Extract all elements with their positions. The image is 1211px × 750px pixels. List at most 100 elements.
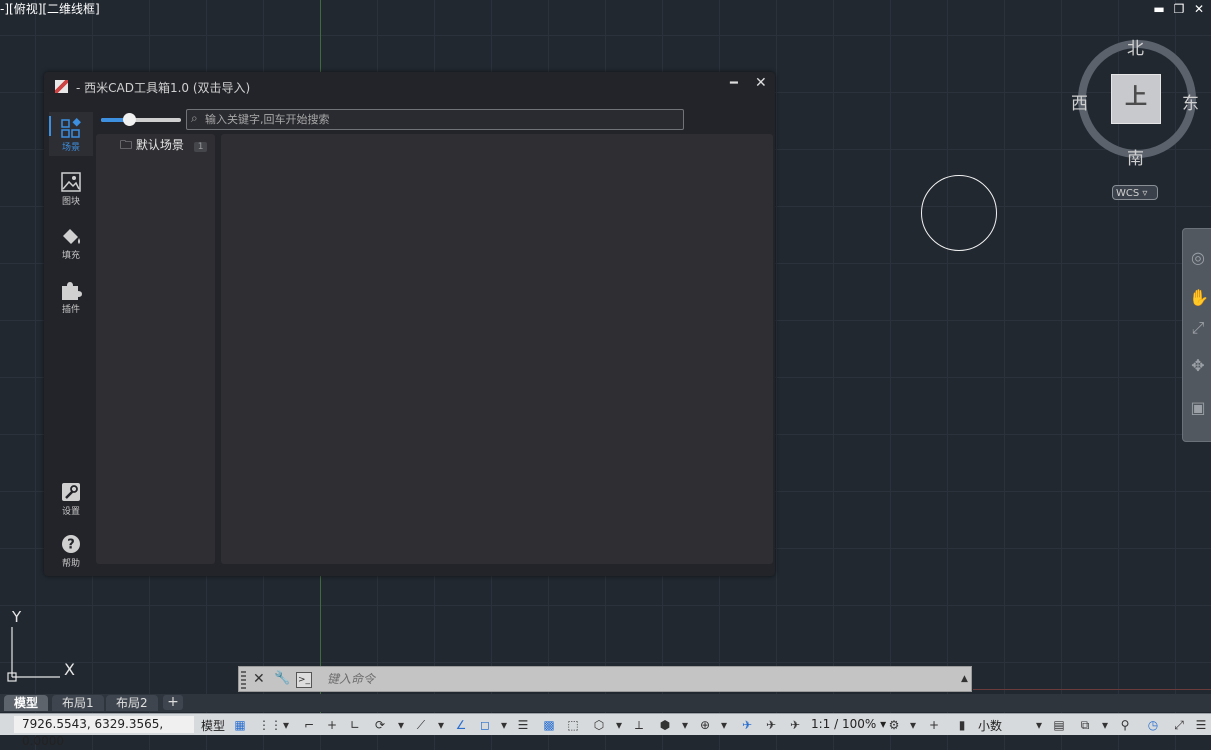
dropdown-arrow-icon[interactable]: ▾ [1032, 718, 1046, 732]
sidebar-item-label: 场景 [61, 143, 80, 153]
sidebar-item-help[interactable]: ? 帮助 [49, 528, 93, 572]
layout-tabs: 模型 布局1 布局2 + [0, 694, 1211, 712]
isolate-objects-icon[interactable]: ⚲ [1118, 718, 1132, 732]
object-snap-tracking-icon[interactable]: ∠ [454, 718, 468, 732]
command-prompt-icon[interactable]: >_ [296, 672, 312, 688]
dynamic-ucs-icon[interactable]: ⟂ [632, 718, 646, 732]
ortho-mode-icon[interactable]: ∟ [348, 718, 362, 732]
dynamic-input-icon[interactable]: ⌐ [302, 718, 316, 732]
selection-filter-icon[interactable]: ⬢ [658, 718, 672, 732]
search-icon: ⌕ [191, 111, 198, 125]
tab-layout1[interactable]: 布局1 [52, 695, 104, 711]
customization-icon[interactable]: ☰ [1194, 718, 1208, 732]
snap-mode-icon[interactable]: ⋮⋮ [258, 718, 282, 732]
transparency-icon[interactable]: ▩ [542, 718, 556, 732]
showmotion-icon[interactable]: ▣ [1189, 399, 1207, 417]
sidebar-item-label: 填充 [61, 251, 80, 261]
grid-display-icon[interactable]: ▦ [233, 718, 247, 732]
status-bar: 7926.5543, 6329.3565, 0.0000 模型 ▦ ⋮⋮ ▾ ⌐… [0, 713, 1211, 748]
dropdown-arrow-icon[interactable]: ▾ [279, 718, 293, 732]
tab-layout2[interactable]: 布局2 [106, 695, 158, 711]
close-icon[interactable]: ✕ [253, 671, 265, 687]
orbit-icon[interactable]: ✥ [1189, 357, 1207, 375]
canvas-x-axis-line [973, 689, 1211, 690]
pan-hand-icon[interactable]: ✋ [1189, 289, 1209, 307]
units-icon: ▮ [958, 718, 966, 732]
hardware-acceleration-icon[interactable]: ◷ [1146, 718, 1160, 732]
search-input[interactable] [205, 111, 675, 127]
dropdown-arrow-icon[interactable]: ▾ [434, 718, 448, 732]
clean-screen-icon[interactable]: ⤢ [1172, 718, 1186, 732]
units-dropdown[interactable]: 小数 [978, 717, 1002, 734]
infer-constraints-icon[interactable]: + [325, 718, 339, 732]
sidebar-item-settings[interactable]: 设置 [49, 476, 93, 520]
isodraft-icon[interactable]: ⟋ [414, 718, 428, 732]
zoom-extents-icon[interactable]: ⤢ [1189, 319, 1207, 337]
restore-window-button[interactable]: ❐ [1173, 2, 1185, 16]
tab-model[interactable]: 模型 [4, 695, 49, 711]
wcs-menu[interactable]: WCS ▿ [1112, 185, 1158, 200]
workspace-gear-icon[interactable]: ⚙ [887, 718, 901, 732]
slider-knob[interactable] [123, 113, 136, 126]
dropdown-arrow-icon[interactable]: ▾ [1098, 718, 1112, 732]
auto-scale-icon[interactable]: ✈ [764, 718, 778, 732]
thumbnail-size-slider[interactable] [101, 113, 181, 126]
viewcube-east[interactable]: 东 [1182, 89, 1199, 114]
annotation-scale-dropdown[interactable]: 1:1 / 100% ▾ [811, 717, 886, 731]
close-window-button[interactable]: ✕ [1193, 2, 1205, 16]
dropdown-arrow-icon[interactable]: ▾ [497, 718, 511, 732]
coordinate-readout[interactable]: 7926.5543, 6329.3565, 0.0000 [14, 716, 194, 748]
viewcube[interactable]: 上 北 南 西 东 [1068, 32, 1204, 172]
command-line: ✕ 🔧 >_ ▲ [238, 666, 972, 692]
lineweight-icon[interactable]: ☰ [516, 718, 530, 732]
dropdown-arrow-icon[interactable]: ▾ [394, 718, 408, 732]
3d-osnap-icon[interactable]: ⬡ [592, 718, 606, 732]
viewcube-south[interactable]: 南 [1127, 144, 1144, 169]
ucs-y-label: Y [11, 608, 22, 626]
annotation-scale-icon[interactable]: ✈ [788, 718, 802, 732]
lock-ui-icon[interactable]: ⧉ [1078, 718, 1092, 732]
folder-icon: 🗀 [120, 138, 133, 152]
customize-wrench-icon[interactable]: 🔧 [274, 671, 290, 686]
annotation-visibility-icon[interactable]: ✈ [740, 718, 754, 732]
image-icon [61, 172, 81, 192]
model-space-button[interactable]: 模型 [201, 717, 225, 734]
annotation-monitor-icon[interactable]: + [927, 718, 941, 732]
sidebar-item-plugins[interactable]: 插件 [49, 274, 93, 318]
dropdown-arrow-icon[interactable]: ▾ [717, 718, 731, 732]
gizmo-icon[interactable]: ⊕ [698, 718, 712, 732]
tree-item-count: 1 [193, 142, 208, 152]
command-input[interactable] [327, 670, 927, 688]
paint-bucket-icon [63, 229, 80, 244]
dropdown-arrow-icon[interactable]: ▾ [906, 718, 920, 732]
toolbox-close-button[interactable]: ✕ [755, 75, 767, 91]
viewcube-north[interactable]: 北 [1127, 34, 1144, 59]
toolbox-minimize-button[interactable]: ━ [730, 76, 738, 91]
steering-wheel-icon[interactable]: ◎ [1189, 249, 1207, 267]
window-controls: ▬ ❐ ✕ [1153, 2, 1205, 16]
content-panel[interactable] [221, 134, 773, 564]
sidebar-item-blocks[interactable]: 图块 [49, 166, 93, 210]
search-box[interactable]: ⌕ [186, 109, 684, 130]
command-line-grip[interactable] [241, 671, 246, 689]
sidebar-item-fill[interactable]: 填充 [49, 220, 93, 264]
svg-text:?: ? [67, 538, 75, 553]
viewcube-west[interactable]: 西 [1071, 89, 1088, 114]
viewcube-face-top[interactable]: 上 [1111, 74, 1161, 124]
dropdown-arrow-icon[interactable]: ▾ [678, 718, 692, 732]
history-arrow-icon[interactable]: ▲ [961, 674, 968, 684]
dropdown-arrow-icon[interactable]: ▾ [612, 718, 626, 732]
toolbox-panel: - 西米CAD工具箱1.0 (双击导入) ━ ✕ 场景 图块 填充 插件 设置 … [44, 72, 775, 576]
sidebar-item-scene[interactable]: 场景 [49, 112, 93, 156]
tree-item-default-scene[interactable]: 🗀 默认场景 1 [120, 136, 208, 157]
add-layout-button[interactable]: + [163, 695, 183, 710]
polar-tracking-icon[interactable]: ⟳ [373, 718, 387, 732]
sidebar-item-label: 设置 [61, 507, 80, 517]
selection-cycling-icon[interactable]: ⬚ [566, 718, 580, 732]
quick-properties-icon[interactable]: ▤ [1052, 718, 1066, 732]
scene-tree-panel: 🗀 默认场景 1 [96, 134, 215, 564]
viewport-label[interactable]: -][俯视][二维线框] [0, 0, 100, 17]
drawn-circle[interactable] [921, 175, 997, 251]
minimize-window-button[interactable]: ▬ [1153, 2, 1165, 16]
object-snap-icon[interactable]: ◻ [478, 718, 492, 732]
